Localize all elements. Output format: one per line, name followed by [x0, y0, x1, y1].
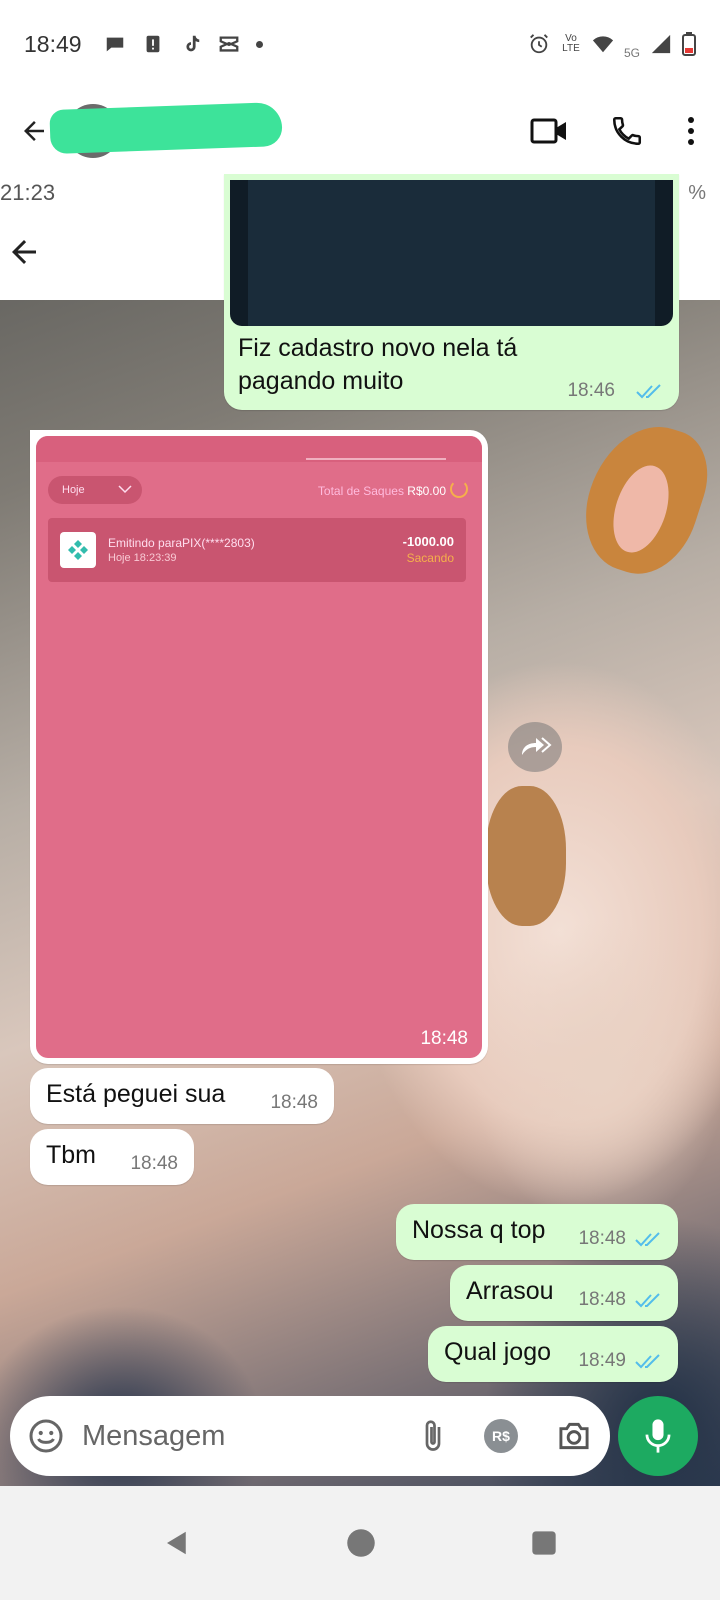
message-time: 18:48: [578, 1289, 626, 1310]
tiktok-icon: [185, 35, 199, 52]
capcut-icon: [219, 36, 238, 52]
payment-button[interactable]: R$: [484, 1419, 518, 1453]
embedded-battery-fragment: %: [688, 182, 706, 204]
read-ticks-icon: [635, 1232, 660, 1247]
chat-notification-icon: [106, 37, 123, 52]
payment-label: R$: [492, 1428, 510, 1444]
more-notifications-dot: [255, 40, 263, 48]
message-time: 18:46: [567, 380, 615, 401]
message-image[interactable]: Hoje Total de Saques R$0.00 Emitindo par…: [36, 436, 482, 1058]
message-time: 18:48: [420, 1028, 468, 1049]
message-image[interactable]: [230, 180, 673, 326]
status-time: 18:49: [24, 30, 82, 57]
embedded-time: 21:23: [0, 180, 56, 205]
message-caption: Fiz cadastro novo nela tá pagando muito: [238, 334, 518, 395]
signal-icon: [651, 34, 671, 54]
microphone-icon: [645, 1419, 671, 1453]
message-text: Qual jogo: [444, 1337, 552, 1366]
status-bar: 18:49 Vo LTE 5G: [0, 0, 720, 88]
back-arrow-icon: [24, 121, 44, 141]
image-filter-label: Hoje: [62, 484, 85, 496]
image-total-withdrawals: Total de Saques R$0.00: [318, 484, 446, 498]
alarm-icon: [530, 34, 548, 54]
video-call-icon[interactable]: [530, 116, 568, 146]
chevron-down-icon: [118, 485, 132, 494]
message-outgoing-text[interactable]: Qual jogo 18:49: [428, 1326, 678, 1382]
message-incoming-text[interactable]: Tbm 18:48: [30, 1129, 194, 1185]
forward-icon: [522, 737, 552, 755]
chat-header: [0, 88, 720, 174]
message-text: Nossa q top: [412, 1215, 546, 1244]
volte-indicator: Vo LTE: [562, 33, 580, 54]
message-input[interactable]: Mensagem: [82, 1420, 420, 1453]
attach-icon[interactable]: [420, 1418, 446, 1454]
image-filter-select: Hoje: [48, 476, 142, 504]
image-total-value: R$0.00: [407, 484, 446, 498]
notification-icons: [104, 33, 263, 55]
refresh-icon: [450, 480, 468, 498]
message-outgoing-text[interactable]: Arrasou 18:48: [450, 1265, 678, 1321]
message-outgoing-text[interactable]: Nossa q top 18:48: [396, 1204, 678, 1260]
system-navigation-bar: [0, 1486, 720, 1600]
battery-icon: [682, 32, 696, 56]
message-time: 18:48: [578, 1228, 626, 1249]
nav-home-icon[interactable]: [346, 1528, 376, 1558]
contact-name-redacted[interactable]: [49, 101, 283, 155]
wallpaper-filter-nose: [486, 786, 566, 926]
image-total-label: Total de Saques: [317, 484, 404, 498]
message-text: Tbm: [46, 1140, 96, 1169]
voice-call-icon[interactable]: [610, 114, 644, 148]
read-ticks-icon: [636, 384, 661, 399]
camera-icon[interactable]: [556, 1420, 592, 1452]
read-ticks-icon: [635, 1293, 660, 1308]
message-time: 18:49: [578, 1350, 626, 1371]
message-input-bar[interactable]: Mensagem R$: [10, 1396, 610, 1476]
read-ticks-icon: [635, 1354, 660, 1369]
message-text: Está peguei sua: [46, 1079, 226, 1108]
embedded-back-arrow-icon: [6, 234, 42, 275]
more-options-icon[interactable]: [686, 115, 696, 147]
image-pix-entry: Emitindo paraPIX(****2803) Hoje 18:23:39…: [48, 518, 466, 582]
message-incoming-image[interactable]: Hoje Total de Saques R$0.00 Emitindo par…: [30, 430, 488, 1064]
emoji-icon[interactable]: [28, 1418, 64, 1454]
message-text: Arrasou: [466, 1276, 554, 1305]
header-actions: [530, 114, 704, 148]
message-outgoing-image[interactable]: Fiz cadastro novo nela tá pagando muito …: [224, 174, 679, 410]
system-status-icons: Vo LTE 5G: [528, 28, 696, 60]
forward-button[interactable]: [508, 722, 562, 772]
pix-entry-date: Hoje 18:23:39: [108, 552, 177, 564]
input-actions: R$: [420, 1418, 592, 1454]
back-button[interactable]: [16, 113, 52, 149]
pix-logo-icon: [60, 532, 96, 568]
message-time: 18:48: [130, 1153, 178, 1174]
voice-message-button[interactable]: [618, 1396, 698, 1476]
nav-back-icon[interactable]: [162, 1528, 192, 1558]
network-type: 5G: [623, 46, 640, 60]
image-active-tab-indicator: [306, 458, 446, 460]
pix-entry-amount: -1000.00: [402, 534, 454, 549]
message-incoming-text[interactable]: Está peguei sua 18:48: [30, 1068, 334, 1124]
pix-entry-status: Sacando: [406, 551, 454, 565]
wifi-icon: [592, 36, 614, 53]
nav-recents-icon[interactable]: [530, 1529, 558, 1557]
chat-area[interactable]: 21:23 % Fiz cadastro novo nela tá pagand…: [0, 174, 720, 1514]
alert-notification-icon: [146, 35, 159, 53]
message-time: 18:48: [270, 1092, 318, 1113]
pix-entry-title: Emitindo paraPIX(****2803): [108, 536, 255, 550]
